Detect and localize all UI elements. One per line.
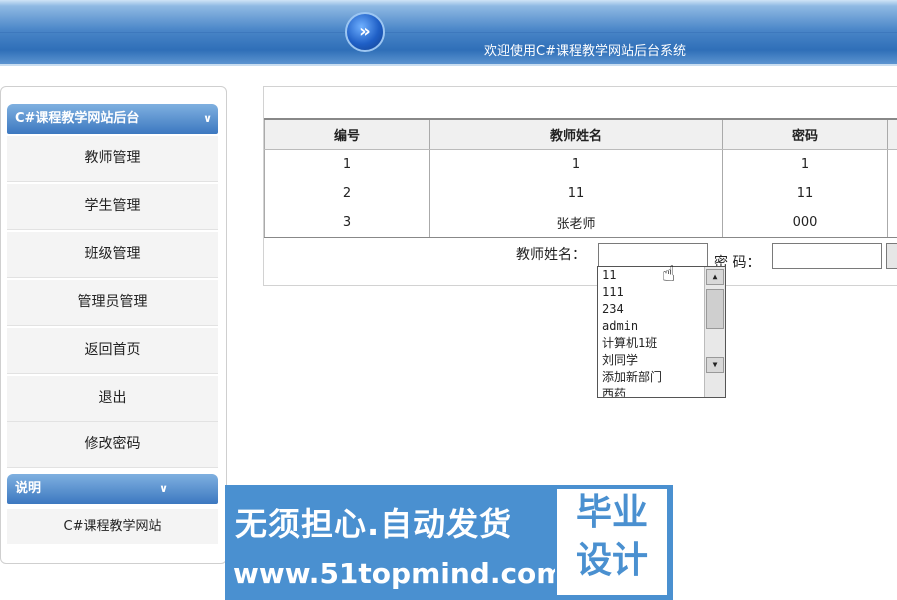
cell-extra	[887, 149, 897, 179]
banner-logo-icon: »	[345, 12, 385, 52]
cell-id: 3	[264, 208, 430, 238]
table-row[interactable]: 2 11 11	[264, 179, 897, 208]
sidebar-item-password[interactable]: 修改密码	[7, 422, 218, 468]
sidebar-item-class[interactable]: 班级管理	[7, 232, 218, 278]
scroll-thumb[interactable]	[706, 289, 724, 329]
chevron-down-icon[interactable]: ∨	[203, 104, 212, 134]
sidebar-info-text: C#课程教学网站	[7, 509, 218, 544]
scroll-up-icon[interactable]: ▲	[706, 269, 724, 285]
cell-password: 000	[722, 208, 888, 238]
teacher-table: 编号 教师姓名 密码 1 1 1 2 11 11 3 张老师 000	[264, 118, 897, 238]
column-header-id: 编号	[264, 118, 430, 150]
sidebar-info-header[interactable]: 说明 ∨	[7, 474, 218, 504]
ad-slogan: 无须担心.自动发货	[235, 505, 513, 543]
mouse-cursor-icon: ☝	[662, 262, 676, 287]
ad-badge-line2: 设计	[575, 540, 648, 581]
ad-badge: 毕业 设计	[555, 487, 669, 597]
cell-extra	[887, 208, 897, 238]
table-header-row: 编号 教师姓名 密码	[264, 118, 897, 150]
cell-password: 11	[722, 179, 888, 208]
column-header-password: 密码	[722, 118, 888, 150]
chevron-down-icon[interactable]: ∨	[159, 474, 168, 504]
column-header-extra	[887, 118, 897, 150]
sidebar-info-label: 说明	[15, 481, 42, 496]
ad-url: www.51topmind.com	[233, 557, 566, 590]
dropdown-scrollbar[interactable]: ▲ ▼	[704, 267, 725, 397]
top-banner: » 欢迎使用C#课程教学网站后台系统	[0, 0, 897, 66]
cell-name: 张老师	[429, 208, 723, 238]
sidebar-item-teacher[interactable]: 教师管理	[7, 136, 218, 182]
cell-id: 1	[264, 149, 430, 179]
table-row[interactable]: 3 张老师 000	[264, 208, 897, 238]
sidebar-header-label: C#课程教学网站后台	[15, 111, 140, 126]
column-header-name: 教师姓名	[429, 118, 723, 150]
banner-divider	[0, 32, 897, 33]
sidebar-item-home[interactable]: 返回首页	[7, 328, 218, 374]
cell-name: 1	[429, 149, 723, 179]
cell-password: 1	[722, 149, 888, 179]
sidebar-item-admin[interactable]: 管理员管理	[7, 280, 218, 326]
banner-title: 欢迎使用C#课程教学网站后台系统	[484, 44, 686, 59]
cell-name: 11	[429, 179, 723, 208]
scroll-down-icon[interactable]: ▼	[706, 357, 724, 373]
cell-extra	[887, 179, 897, 208]
teacher-name-label: 教师姓名：	[516, 247, 586, 263]
sidebar-item-logout[interactable]: 退出	[7, 376, 218, 422]
ad-badge-line1: 毕业	[575, 492, 648, 533]
cell-id: 2	[264, 179, 430, 208]
sidebar-header[interactable]: C#课程教学网站后台 ∨	[7, 104, 218, 134]
table-row[interactable]: 1 1 1	[264, 149, 897, 179]
submit-button[interactable]	[886, 243, 897, 269]
sidebar-item-student[interactable]: 学生管理	[7, 184, 218, 230]
password-input[interactable]	[772, 243, 882, 269]
watermark-ad: 无须担心.自动发货 www.51topmind.com 毕业 设计	[225, 485, 673, 600]
